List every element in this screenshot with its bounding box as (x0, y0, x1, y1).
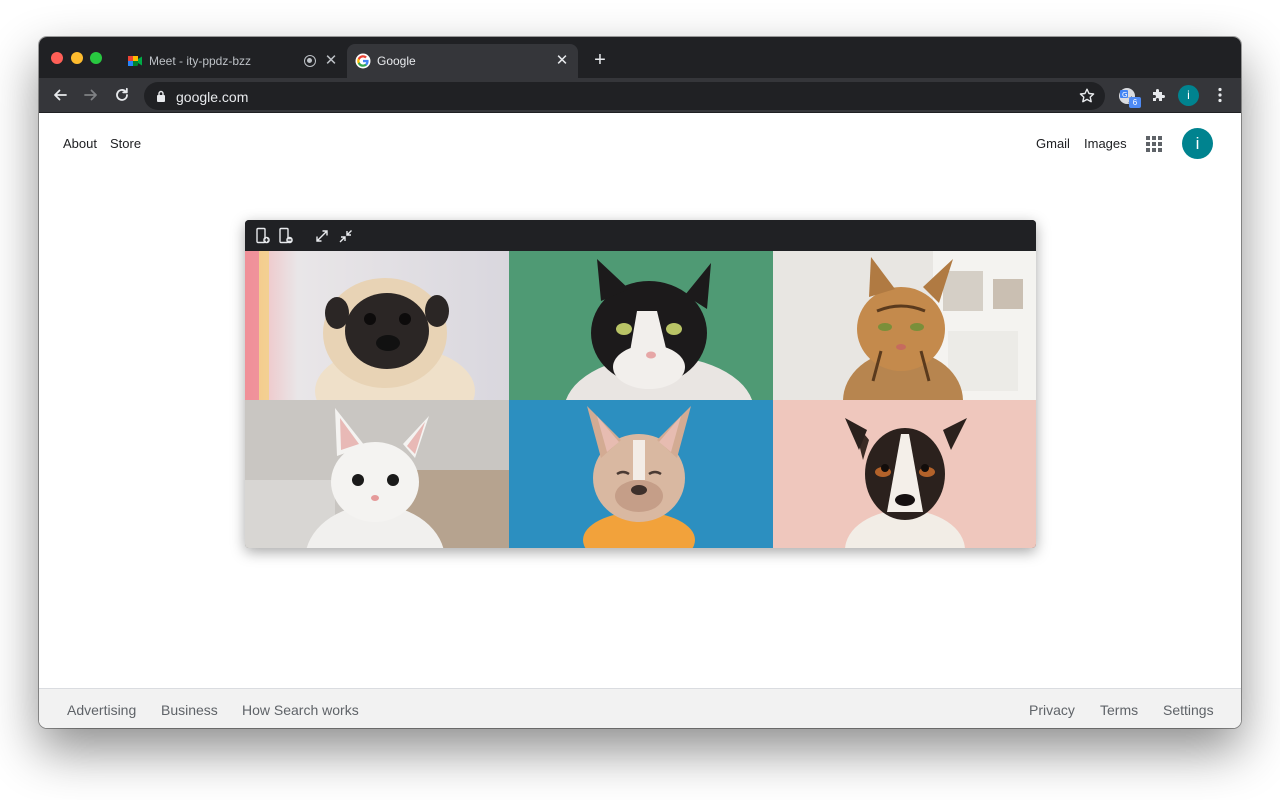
advertising-link[interactable]: Advertising (67, 702, 136, 718)
how-search-works-link[interactable]: How Search works (242, 702, 359, 718)
video-tile-jack-russell-terrier[interactable] (773, 400, 1036, 548)
images-link[interactable]: Images (1084, 136, 1127, 151)
profile-avatar[interactable]: i (1178, 85, 1199, 106)
about-link[interactable]: About (63, 136, 97, 151)
bookmark-star-icon[interactable] (1078, 87, 1096, 105)
minimize-window-button[interactable] (71, 52, 83, 64)
expand-icon[interactable] (313, 227, 331, 245)
recording-icon (304, 55, 316, 67)
lock-icon (157, 90, 165, 102)
extension-badge: 6 (1129, 97, 1141, 108)
add-screen-icon[interactable] (254, 227, 272, 245)
account-avatar[interactable]: i (1182, 128, 1213, 159)
settings-link[interactable]: Settings (1163, 702, 1214, 718)
address-text: google.com (176, 89, 249, 105)
remove-screen-icon[interactable] (277, 227, 295, 245)
video-tile-grid (245, 251, 1036, 548)
pip-control-bar (245, 220, 1036, 251)
video-tile-bengal-cat[interactable] (773, 251, 1036, 400)
more-menu-icon[interactable] (1211, 86, 1229, 104)
google-g-icon (355, 53, 371, 69)
tuxedo-cat-image (509, 251, 773, 400)
new-tab-button[interactable]: + (590, 50, 610, 70)
store-link[interactable]: Store (110, 136, 141, 151)
zoom-window-button[interactable] (90, 52, 102, 64)
google-footer: Advertising Business How Search works Pr… (39, 688, 1241, 728)
french-bulldog-image (509, 400, 773, 548)
video-tile-pug[interactable] (245, 251, 509, 400)
pip-video-window[interactable] (245, 220, 1036, 548)
bengal-cat-image (773, 251, 1036, 400)
back-icon[interactable] (51, 86, 69, 104)
address-bar[interactable]: google.com (144, 82, 1105, 110)
forward-icon[interactable] (82, 86, 100, 104)
browser-toolbar: google.com G 文 6 i (39, 78, 1241, 113)
white-kitten-image (245, 400, 509, 548)
extensions-puzzle-icon[interactable] (1150, 86, 1168, 104)
tab-meet[interactable]: Meet - ity-ppdz-bzz ✕ (119, 44, 347, 78)
tab-strip: Meet - ity-ppdz-bzz ✕ Google ✕ + (39, 37, 1241, 78)
browser-window: Meet - ity-ppdz-bzz ✕ Google ✕ + google.… (39, 37, 1241, 728)
tab-title: Google (377, 54, 416, 68)
tab-close-button[interactable]: ✕ (554, 53, 570, 69)
apps-grid-icon[interactable] (1146, 136, 1162, 152)
google-homepage: About Store Gmail Images i Advertising B… (39, 113, 1241, 728)
terms-link[interactable]: Terms (1100, 702, 1138, 718)
video-tile-french-bulldog[interactable] (509, 400, 773, 548)
privacy-link[interactable]: Privacy (1029, 702, 1075, 718)
collapse-icon[interactable] (337, 227, 355, 245)
tab-google[interactable]: Google ✕ (347, 44, 578, 78)
video-tile-tuxedo-cat[interactable] (509, 251, 773, 400)
svg-text:G: G (1122, 91, 1127, 99)
video-tile-white-kitten[interactable] (245, 400, 509, 548)
close-window-button[interactable] (51, 52, 63, 64)
tab-title: Meet - ity-ppdz-bzz (149, 54, 252, 68)
pug-image (245, 251, 509, 400)
business-link[interactable]: Business (161, 702, 218, 718)
tab-close-button[interactable]: ✕ (323, 53, 339, 69)
jack-russell-image (773, 400, 1036, 548)
google-meet-icon (128, 56, 142, 66)
reload-icon[interactable] (113, 86, 131, 104)
gmail-link[interactable]: Gmail (1036, 136, 1070, 151)
